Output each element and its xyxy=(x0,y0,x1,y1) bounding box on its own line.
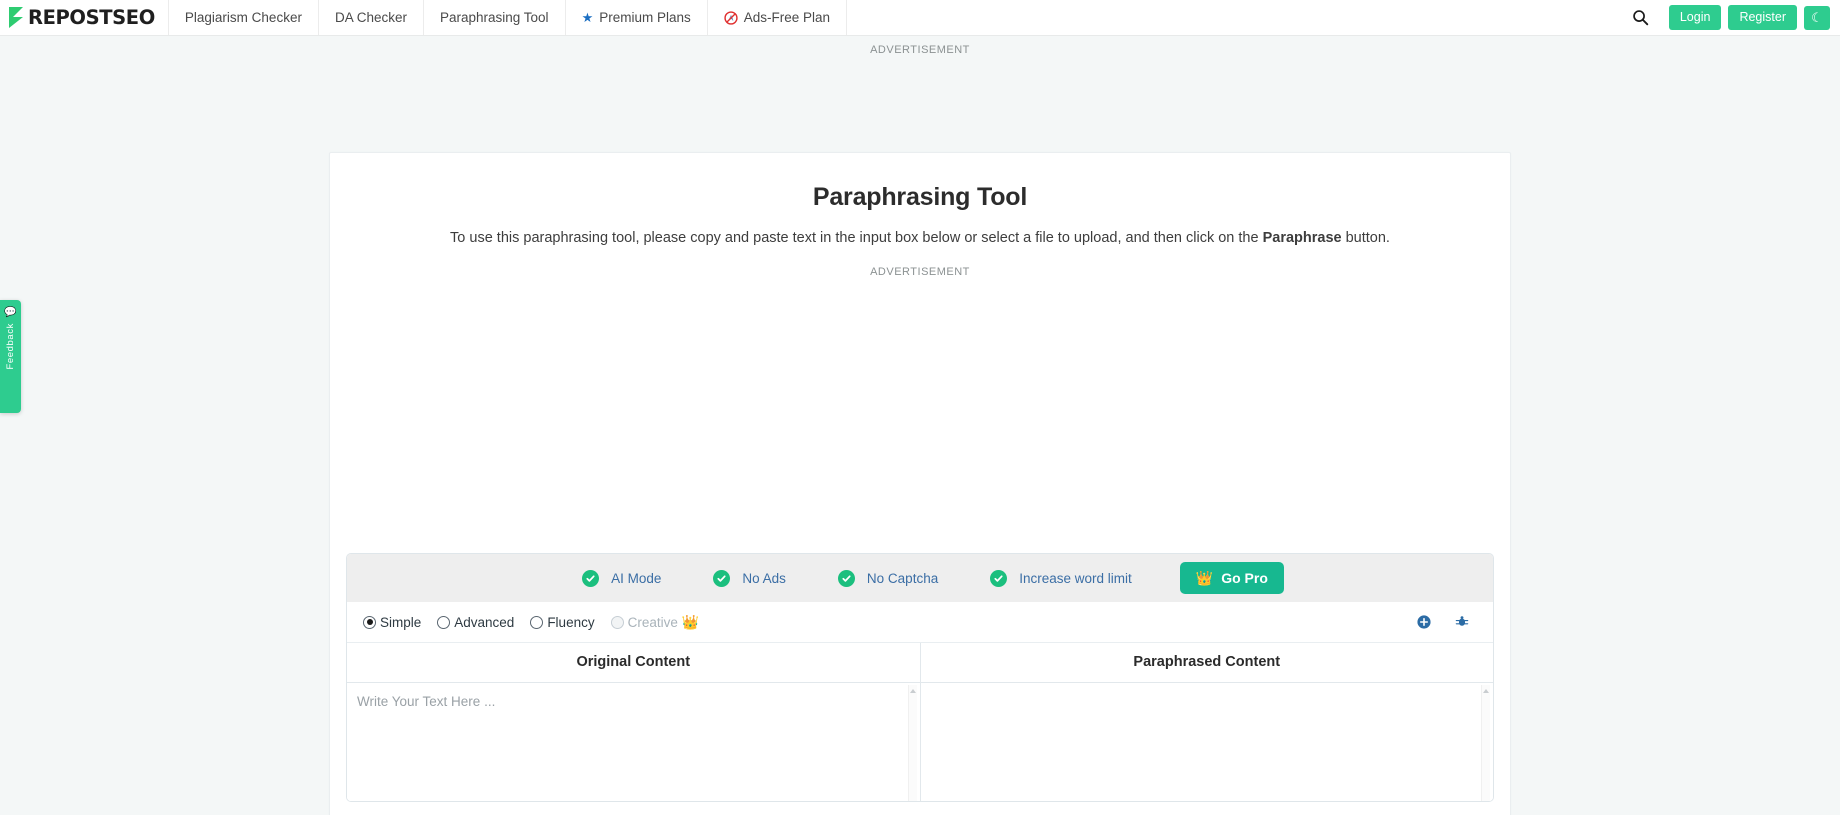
logo-text: REPOSTSEO xyxy=(28,5,155,29)
pro-feature-label: Increase word limit xyxy=(1019,570,1132,586)
original-scrollbar[interactable] xyxy=(907,685,917,801)
radio-icon[interactable] xyxy=(530,615,544,629)
ad-slot-inner xyxy=(330,278,1510,553)
page-wrap: Paraphrasing Tool To use this paraphrasi… xyxy=(0,152,1840,815)
original-content-heading: Original Content xyxy=(347,643,920,683)
no-ads-icon: A xyxy=(724,10,738,25)
paraphrased-scrollbar[interactable] xyxy=(1481,685,1490,801)
nav-actions: Login Register ☾ xyxy=(1628,0,1840,35)
nav-items: Plagiarism Checker DA Checker Paraphrasi… xyxy=(167,0,848,35)
pro-feature-no-ads: No Ads xyxy=(687,569,812,587)
original-text-input[interactable] xyxy=(357,694,906,801)
add-circle-icon[interactable] xyxy=(1413,611,1435,633)
pane-paraphrased: Paraphrased Content xyxy=(920,643,1493,801)
mode-label: Simple xyxy=(380,614,422,630)
pro-feature-label: No Captcha xyxy=(866,570,939,586)
paraphrased-text-output[interactable] xyxy=(930,694,1479,801)
ad-slot-top xyxy=(0,56,1840,152)
nav-plagiarism-checker[interactable]: Plagiarism Checker xyxy=(167,0,319,35)
nav-label: Premium Plans xyxy=(599,10,691,25)
login-button[interactable]: Login xyxy=(1668,4,1722,31)
radio-icon[interactable] xyxy=(363,615,376,629)
mode-label: Advanced xyxy=(454,614,515,630)
radio-icon[interactable] xyxy=(610,615,624,629)
radio-icon[interactable] xyxy=(437,615,451,629)
original-content-body xyxy=(347,683,920,801)
nav-ads-free-plan[interactable]: A Ads-Free Plan xyxy=(706,0,848,35)
mode-selector-row: Simple Advanced Fluency Creative 👑 xyxy=(347,602,1493,643)
mode-label: Creative xyxy=(627,614,678,630)
paraphrased-content-heading: Paraphrased Content xyxy=(920,643,1493,683)
nav-label: Plagiarism Checker xyxy=(184,10,302,25)
pro-features-bar: AI Mode No Ads No Captcha Increase word … xyxy=(347,554,1493,602)
star-icon: ★ xyxy=(581,10,594,25)
check-circle-icon xyxy=(837,569,855,587)
search-icon[interactable] xyxy=(1628,5,1654,31)
page-title: Paraphrasing Tool xyxy=(812,183,1028,211)
mode-option-fluency[interactable]: Fluency xyxy=(530,614,595,630)
mode-option-advanced[interactable]: Advanced xyxy=(437,615,514,630)
nav-label: DA Checker xyxy=(334,10,407,25)
subtitle-part-1: To use this paraphrasing tool, please co… xyxy=(450,230,1263,246)
pro-feature-increase-word-limit: Increase word limit xyxy=(964,569,1158,587)
crown-icon: 👑 xyxy=(1195,570,1214,586)
nav-label: Paraphrasing Tool xyxy=(439,10,549,25)
dark-mode-toggle[interactable]: ☾ xyxy=(1804,5,1830,30)
mode-option-creative[interactable]: Creative 👑 xyxy=(610,614,700,630)
check-circle-icon xyxy=(582,569,600,587)
content-panes: Original Content Paraphrased Content xyxy=(347,643,1493,801)
feedback-label: Feedback xyxy=(5,323,16,370)
chat-bubble-icon: 💬 xyxy=(4,307,17,318)
nav-da-checker[interactable]: DA Checker xyxy=(317,0,424,35)
page-subtitle: To use this paraphrasing tool, please co… xyxy=(330,230,1510,246)
mode-label: Fluency xyxy=(547,614,595,630)
ad-label-inner: ADVERTISEMENT xyxy=(870,266,970,278)
pro-feature-label: AI Mode xyxy=(611,570,662,586)
paraphrased-content-body xyxy=(920,683,1493,801)
pro-feature-no-captcha: No Captcha xyxy=(812,569,964,587)
logo-arrow-icon xyxy=(8,6,27,29)
register-button[interactable]: Register xyxy=(1728,4,1797,31)
pro-feature-label: No Ads xyxy=(742,570,786,586)
subtitle-bold: Paraphrase xyxy=(1262,230,1342,246)
mode-option-simple[interactable]: Simple xyxy=(363,615,421,630)
settings-bug-icon[interactable] xyxy=(1451,611,1473,633)
crown-icon: 👑 xyxy=(681,614,700,630)
nav-premium-plans[interactable]: ★ Premium Plans xyxy=(564,0,708,35)
subtitle-part-2: button. xyxy=(1341,230,1390,246)
paraphrase-tool-box: AI Mode No Ads No Captcha Increase word … xyxy=(346,553,1494,802)
check-circle-icon xyxy=(713,569,731,587)
nav-paraphrasing-tool[interactable]: Paraphrasing Tool xyxy=(422,0,566,35)
feedback-tab[interactable]: 💬 Feedback xyxy=(0,300,21,413)
top-navbar: REPOSTSEO Plagiarism Checker DA Checker … xyxy=(0,0,1840,36)
tool-card: Paraphrasing Tool To use this paraphrasi… xyxy=(329,152,1511,815)
pro-feature-ai-mode: AI Mode xyxy=(556,569,687,587)
nav-label: Ads-Free Plan xyxy=(743,10,831,25)
ad-label-top: ADVERTISEMENT xyxy=(870,44,970,56)
prepostseo-logo[interactable]: REPOSTSEO xyxy=(0,0,169,35)
pane-original: Original Content xyxy=(347,643,921,801)
go-pro-button[interactable]: 👑 Go Pro xyxy=(1179,562,1284,594)
moon-icon: ☾ xyxy=(1811,9,1823,25)
check-circle-icon xyxy=(990,569,1008,587)
go-pro-label: Go Pro xyxy=(1221,570,1268,586)
